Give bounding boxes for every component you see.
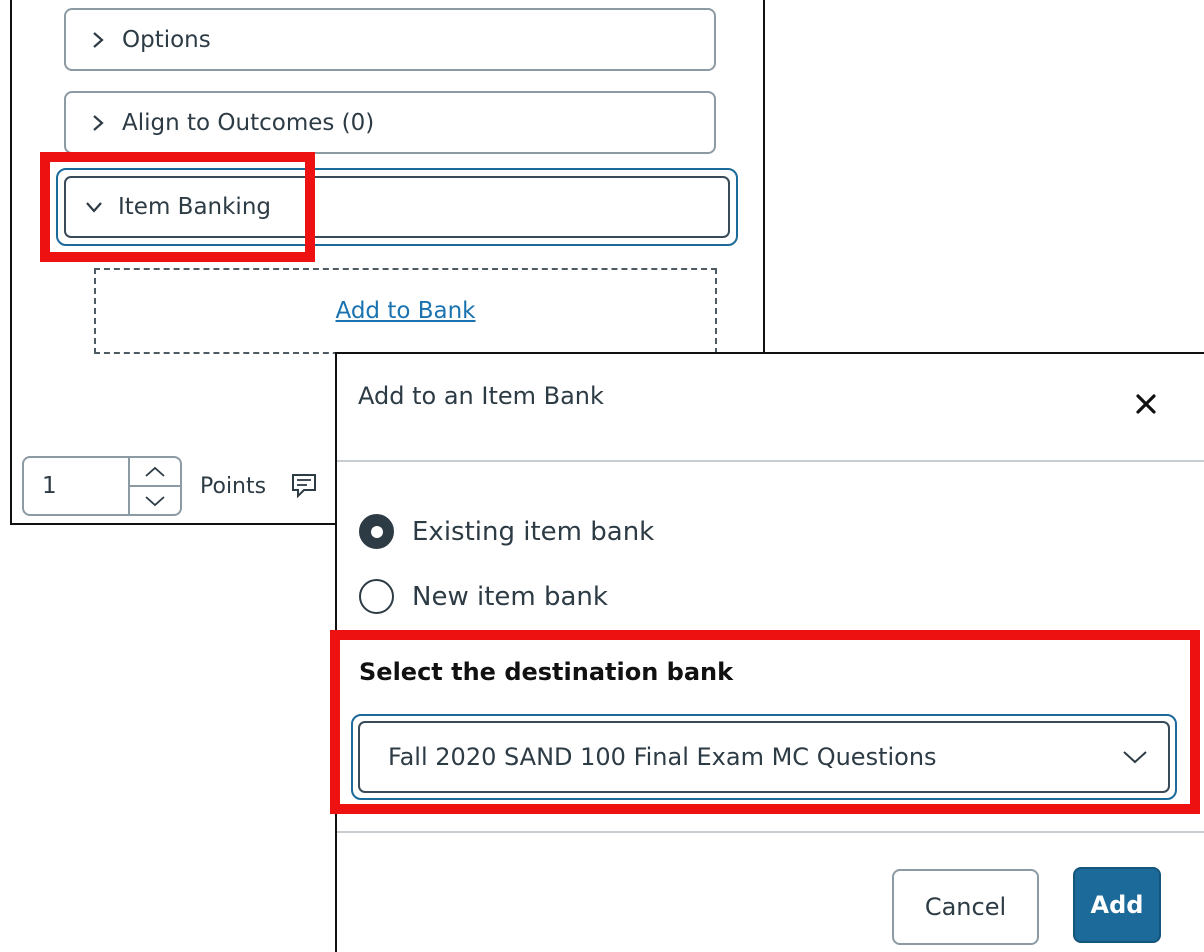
increment-button[interactable] xyxy=(130,458,180,485)
radio-existing-bank[interactable]: Existing item bank xyxy=(359,514,654,549)
chevron-down-icon xyxy=(145,495,165,506)
add-to-bank-link[interactable]: Add to Bank xyxy=(335,298,475,324)
radio-existing-indicator[interactable] xyxy=(359,514,394,549)
radio-new-label: New item bank xyxy=(412,581,608,612)
modal-header: Add to an Item Bank xyxy=(337,354,1204,462)
selected-bank-value: Fall 2020 SAND 100 Final Exam MC Questio… xyxy=(388,743,937,771)
destination-bank-select-inner[interactable]: Fall 2020 SAND 100 Final Exam MC Questio… xyxy=(358,721,1170,793)
feedback-icon[interactable] xyxy=(290,472,318,500)
item-banking-toggle-inner: Item Banking xyxy=(64,176,730,238)
cancel-button[interactable]: Cancel xyxy=(892,869,1039,945)
radio-new-indicator[interactable] xyxy=(359,579,394,614)
points-label: Points xyxy=(200,473,267,499)
chevron-down-icon xyxy=(1122,749,1148,765)
align-outcomes-label: Align to Outcomes (0) xyxy=(122,109,375,136)
add-to-bank-area: Add to Bank xyxy=(94,268,717,354)
points-value[interactable]: 1 xyxy=(24,458,128,514)
options-toggle[interactable]: Options xyxy=(64,8,716,71)
decrement-button[interactable] xyxy=(130,485,180,514)
points-stepper[interactable] xyxy=(128,458,180,514)
options-label: Options xyxy=(122,26,211,53)
destination-bank-label: Select the destination bank xyxy=(359,658,734,686)
chevron-right-icon xyxy=(88,113,108,133)
close-icon xyxy=(1136,394,1156,414)
radio-existing-label: Existing item bank xyxy=(412,516,655,547)
chevron-right-icon xyxy=(88,30,108,50)
item-banking-toggle[interactable]: Item Banking xyxy=(56,168,738,246)
chevron-down-icon xyxy=(84,197,104,217)
add-button[interactable]: Add xyxy=(1073,867,1161,943)
item-banking-label: Item Banking xyxy=(118,194,272,220)
destination-bank-select[interactable]: Fall 2020 SAND 100 Final Exam MC Questio… xyxy=(351,714,1177,800)
modal-title: Add to an Item Bank xyxy=(358,382,604,410)
points-input[interactable]: 1 xyxy=(22,456,182,516)
modal-footer: Cancel Add xyxy=(337,831,1204,952)
screenshot-stage: Options Align to Outcomes (0) Item Banki… xyxy=(0,0,1204,952)
radio-new-bank[interactable]: New item bank xyxy=(359,579,608,614)
chevron-up-icon xyxy=(145,466,165,477)
close-button[interactable] xyxy=(1132,390,1160,418)
add-to-item-bank-modal: Add to an Item Bank Existing item bank N… xyxy=(335,352,1204,952)
align-outcomes-toggle[interactable]: Align to Outcomes (0) xyxy=(64,91,716,154)
points-row: 1 Points xyxy=(22,456,318,516)
